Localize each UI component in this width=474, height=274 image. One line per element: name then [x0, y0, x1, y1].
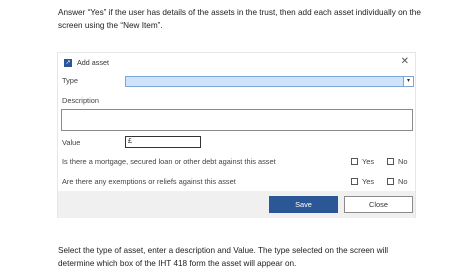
instructions-bottom-line1: Select the type of asset, enter a descri… [58, 246, 389, 255]
dialog-title: Add asset [77, 58, 109, 67]
instructions-bottom: Select the type of asset, enter a descri… [58, 245, 428, 270]
close-button[interactable]: Close [344, 196, 413, 213]
description-label: Description [62, 96, 99, 105]
description-field[interactable] [61, 109, 413, 131]
mortgage-yes-checkbox[interactable] [351, 158, 358, 165]
instructions-top-line1: Answer “Yes” if the user has details of … [58, 8, 421, 17]
exemption-no-option[interactable]: No [387, 177, 407, 186]
dialog-title-bar: ↗ Add asset [64, 58, 109, 67]
app-icon: ↗ [64, 58, 72, 67]
close-icon[interactable]: ✕ [401, 56, 409, 68]
type-label: Type [62, 76, 79, 85]
save-button[interactable]: Save [269, 196, 338, 213]
dialog-footer: Save Close [58, 191, 415, 218]
exemption-question: Are there any exemptions or reliefs agai… [62, 177, 236, 186]
mortgage-no-checkbox[interactable] [387, 158, 394, 165]
exemption-yes-checkbox[interactable] [351, 178, 358, 185]
value-field[interactable]: £ [125, 136, 201, 148]
type-select[interactable]: ▾ [125, 76, 414, 87]
instructions-bottom-line2: determine which box of the IHT 418 form … [58, 258, 297, 268]
add-asset-dialog: ↗ Add asset ✕ Type ▾ Description Value £… [57, 52, 416, 218]
exemption-yes-label: Yes [362, 177, 375, 186]
currency-prefix: £ [128, 138, 132, 145]
mortgage-yes-option[interactable]: Yes [351, 157, 374, 166]
exemption-no-label: No [398, 177, 408, 186]
mortgage-no-label: No [398, 157, 408, 166]
exemption-yes-option[interactable]: Yes [351, 177, 374, 186]
mortgage-no-option[interactable]: No [387, 157, 407, 166]
value-label: Value [62, 138, 81, 147]
instructions-top-line2: screen using the “New Item”. [58, 20, 163, 30]
chevron-down-icon[interactable]: ▾ [403, 77, 413, 86]
instructions-top: Answer “Yes” if the user has details of … [58, 7, 428, 32]
mortgage-question: Is there a mortgage, secured loan or oth… [62, 157, 276, 166]
mortgage-yes-label: Yes [362, 157, 375, 166]
exemption-no-checkbox[interactable] [387, 178, 394, 185]
